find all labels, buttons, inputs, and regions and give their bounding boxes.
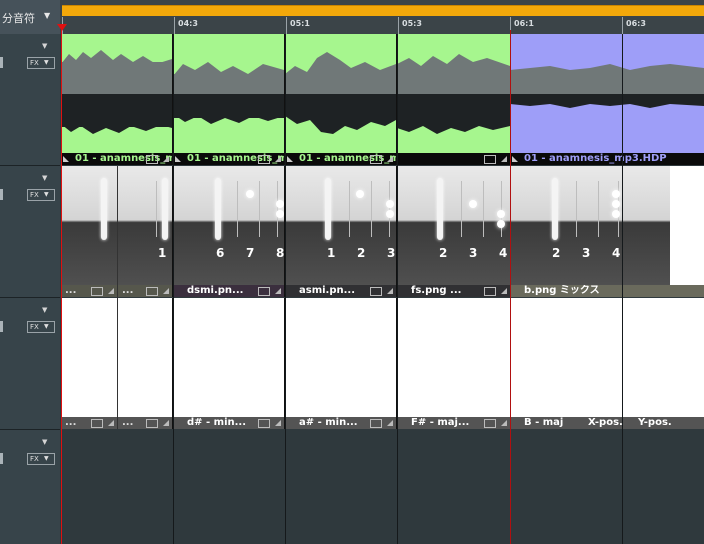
clip-label[interactable]: B - maj X-pos. Y-pos. bbox=[510, 417, 704, 429]
clip-label[interactable]: F# - maj... bbox=[397, 417, 510, 429]
ruler-tick: 05:1 bbox=[286, 17, 310, 34]
image-clip[interactable]: 6 7 8 dsmi.pn... bbox=[173, 166, 285, 297]
clip-label[interactable]: 01 - anamnesis_mp3.HDP bbox=[510, 153, 704, 165]
text-track[interactable]: ... ... d# - min... a# - min... F# - maj… bbox=[61, 298, 704, 429]
waveform bbox=[397, 54, 510, 134]
clip-label[interactable]: a# - min... bbox=[285, 417, 396, 429]
audio-clip[interactable]: 01 - anamnesis_mp3.HDP ... bbox=[173, 34, 285, 165]
clip-label[interactable]: b.png ミックス bbox=[510, 285, 704, 297]
text-clip[interactable]: a# - min... bbox=[285, 298, 397, 429]
fret-number: 3 bbox=[469, 246, 478, 260]
fret-number: 3 bbox=[387, 246, 396, 260]
clip-label[interactable]: 01 - anamnesis_mp3.HDP ... bbox=[285, 153, 396, 165]
fret-number: 1 bbox=[158, 246, 167, 260]
fret-number: 4 bbox=[612, 246, 621, 260]
waveform bbox=[61, 50, 172, 134]
image-clip[interactable]: 2 3 4 fs.png ... bbox=[397, 166, 511, 297]
text-clip[interactable]: ... bbox=[61, 298, 118, 429]
audio-track[interactable]: 01 - anamnesis_mp3.HDP ... 01 - anamnesi… bbox=[61, 34, 704, 165]
audio-clip[interactable] bbox=[397, 34, 511, 165]
clip-label[interactable] bbox=[397, 153, 510, 165]
work-area-bar[interactable] bbox=[62, 5, 704, 16]
track-color-bar bbox=[0, 453, 3, 464]
audio-clip[interactable]: 01 - anamnesis_mp3.HDP bbox=[510, 34, 704, 165]
triangle-down-icon[interactable]: ▼ bbox=[44, 11, 50, 20]
clip-label[interactable]: 01 - anamnesis_mp3.HDP ... bbox=[173, 153, 284, 165]
fx-button[interactable]: FX ▼ bbox=[27, 453, 55, 465]
text-clip[interactable]: B - maj X-pos. Y-pos. bbox=[510, 298, 704, 429]
track-header-4[interactable]: ▼ FX ▼ bbox=[0, 430, 60, 544]
clip-label[interactable]: ... bbox=[118, 285, 172, 297]
image-clip[interactable]: ... bbox=[61, 166, 118, 297]
audio-clip[interactable]: 01 - anamnesis_mp3.HDP ... bbox=[61, 34, 173, 165]
clip-label[interactable]: asmi.pn... bbox=[285, 285, 396, 297]
fret-number: 3 bbox=[582, 246, 591, 260]
text-clip[interactable]: d# - min... bbox=[173, 298, 285, 429]
chevron-down-icon[interactable]: ▼ bbox=[42, 42, 47, 50]
track-header-1[interactable]: ▼ FX ▼ bbox=[0, 34, 60, 166]
text-clip[interactable]: ... bbox=[118, 298, 173, 429]
fx-button[interactable]: FX ▼ bbox=[27, 57, 55, 69]
clip-label[interactable]: ... bbox=[61, 417, 117, 429]
clip-label[interactable]: d# - min... bbox=[173, 417, 284, 429]
track-color-bar bbox=[0, 189, 3, 200]
fx-button[interactable]: FX ▼ bbox=[27, 321, 55, 333]
fret-number: 7 bbox=[246, 246, 255, 260]
track-color-bar bbox=[0, 321, 3, 332]
playhead-marker-icon[interactable] bbox=[57, 24, 67, 31]
chevron-down-icon: ▼ bbox=[44, 455, 49, 462]
fret-number: 2 bbox=[357, 246, 366, 260]
header-title: 分音符 bbox=[2, 12, 35, 25]
ruler-ticks: 04:3 05:1 05:3 06:1 06:3 bbox=[62, 17, 704, 34]
timeline-ruler[interactable]: 分音符 ▼ 04:3 05:1 05:3 06:1 06:3 bbox=[0, 0, 704, 34]
empty-track[interactable] bbox=[61, 430, 704, 544]
chevron-down-icon: ▼ bbox=[44, 59, 49, 66]
ruler-tick: 06:3 bbox=[622, 17, 646, 34]
ruler-tick: 04:3 bbox=[174, 17, 198, 34]
waveform bbox=[173, 62, 284, 124]
ruler-tick-label: 05:1 bbox=[290, 19, 310, 28]
ruler-tick: 05:3 bbox=[398, 17, 422, 34]
text-clip[interactable]: F# - maj... bbox=[397, 298, 511, 429]
fret-number: 8 bbox=[276, 246, 285, 260]
waveform bbox=[510, 64, 704, 108]
marker-line[interactable] bbox=[510, 30, 511, 544]
x-pos-label: X-pos. bbox=[588, 417, 623, 428]
clip-label[interactable]: fs.png ... bbox=[397, 285, 510, 297]
fret-number: 2 bbox=[439, 246, 448, 260]
ruler-tick-label: 04:3 bbox=[178, 19, 198, 28]
chevron-down-icon[interactable]: ▼ bbox=[42, 438, 47, 446]
ruler-tick-label: 06:1 bbox=[514, 19, 534, 28]
fret-number: 1 bbox=[327, 246, 336, 260]
image-clip[interactable]: 1 ... bbox=[118, 166, 173, 297]
image-clip[interactable]: 2 3 4 b.png ミックス bbox=[510, 166, 704, 297]
track-header-title[interactable]: 分音符 ▼ bbox=[0, 0, 60, 34]
audio-clip[interactable]: 01 - anamnesis_mp3.HDP ... bbox=[285, 34, 397, 165]
clip-label[interactable]: ... bbox=[118, 417, 172, 429]
track-header-3[interactable]: ▼ FX ▼ bbox=[0, 298, 60, 430]
ruler-tick-label: 05:3 bbox=[402, 19, 422, 28]
fx-button[interactable]: FX ▼ bbox=[27, 189, 55, 201]
track-color-bar bbox=[0, 57, 3, 68]
fret-number: 4 bbox=[499, 246, 508, 260]
clip-label[interactable]: dsmi.pn... bbox=[173, 285, 284, 297]
playhead-line[interactable] bbox=[61, 30, 62, 544]
image-clip[interactable]: 1 2 3 asmi.pn... bbox=[285, 166, 397, 297]
ruler-tick-label: 06:3 bbox=[626, 19, 646, 28]
clip-label[interactable]: ... bbox=[61, 285, 117, 297]
chevron-down-icon[interactable]: ▼ bbox=[42, 306, 47, 314]
fret-number: 6 bbox=[216, 246, 225, 260]
chevron-down-icon: ▼ bbox=[44, 191, 49, 198]
chevron-down-icon[interactable]: ▼ bbox=[42, 174, 47, 182]
y-pos-label: Y-pos. bbox=[638, 417, 672, 428]
clip-label[interactable]: 01 - anamnesis_mp3.HDP ... bbox=[61, 153, 172, 165]
waveform bbox=[285, 52, 396, 134]
image-track[interactable]: ... 1 ... 6 7 8 dsmi.pn... 1 2 3 asmi.pn… bbox=[61, 166, 704, 297]
timeline-window: 分音符 ▼ 04:3 05:1 05:3 06:1 06:3 ▼ FX ▼ ▼ F… bbox=[0, 0, 704, 544]
chevron-down-icon: ▼ bbox=[44, 323, 49, 330]
track-header-2[interactable]: ▼ FX ▼ bbox=[0, 166, 60, 298]
fret-number: 2 bbox=[552, 246, 561, 260]
